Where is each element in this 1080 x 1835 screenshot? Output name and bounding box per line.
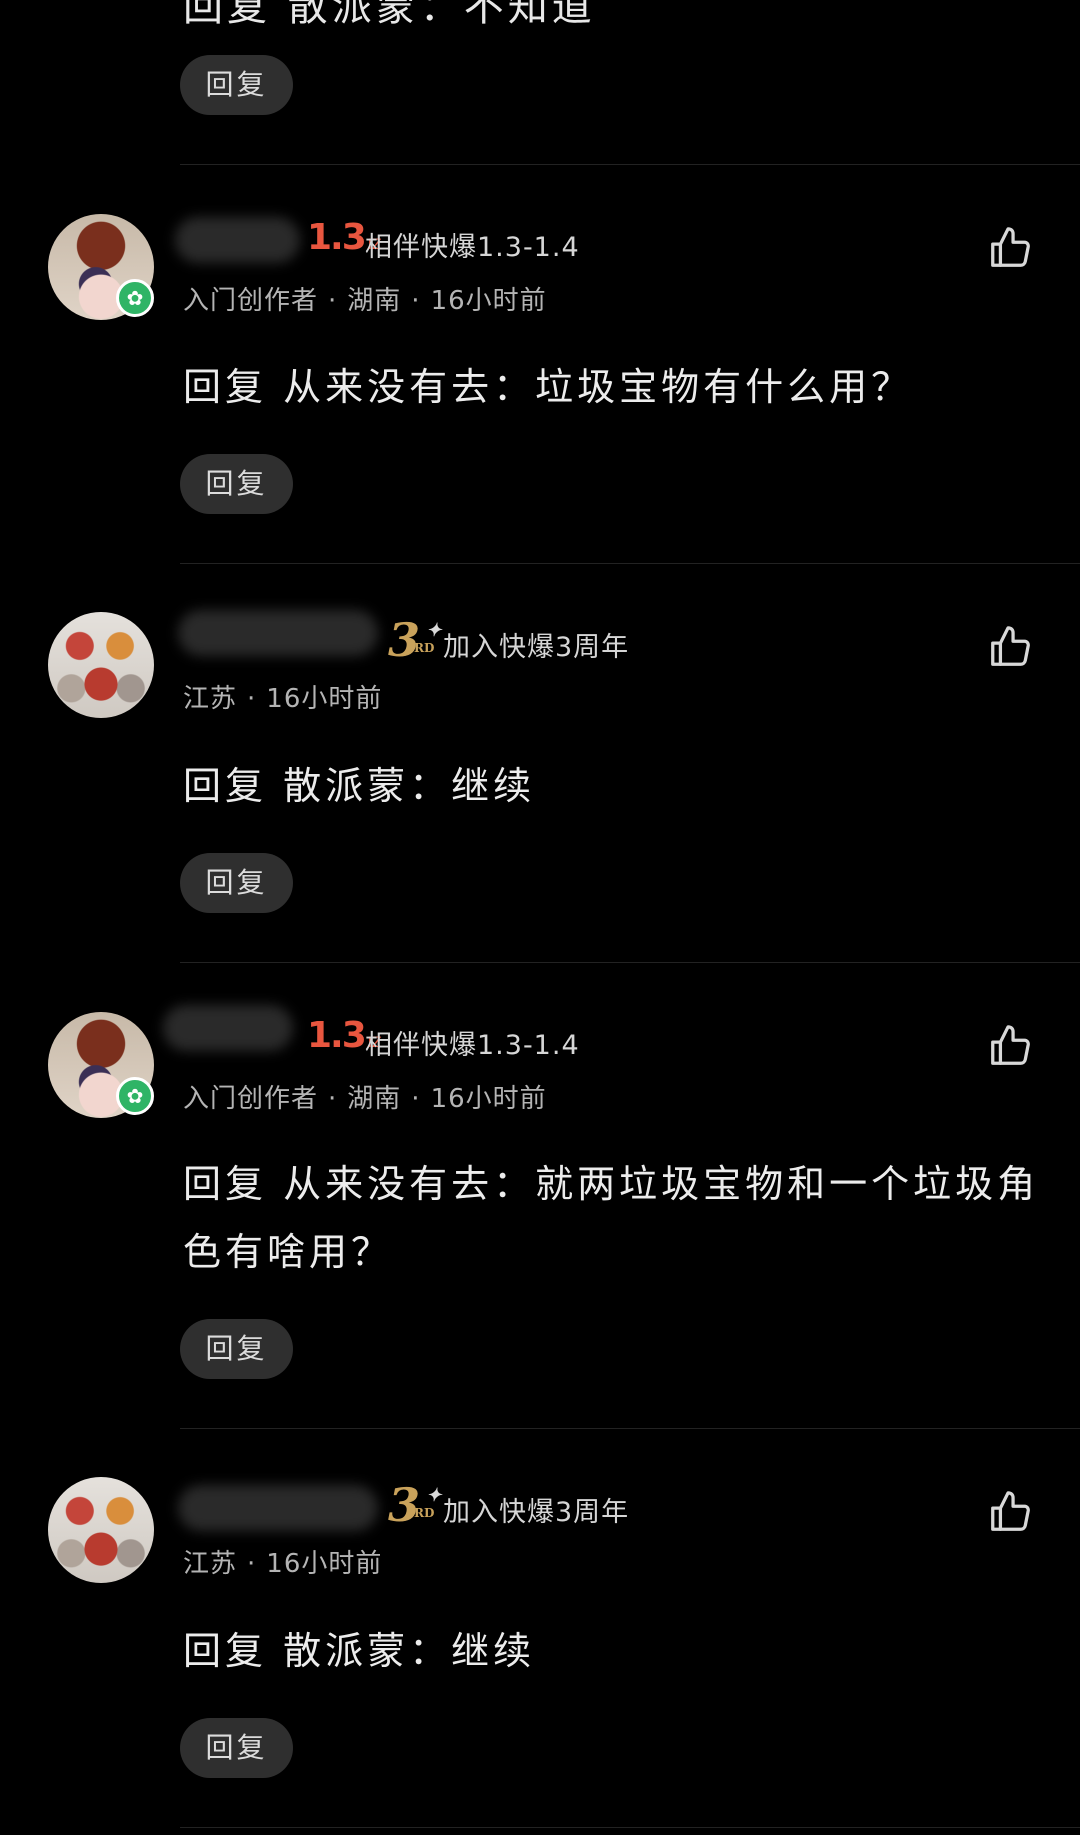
- username-redacted[interactable]: [178, 610, 378, 656]
- comment-list: 回复 散派蒙：不知道 回复 ✿ 1.3 IZ 相伴快爆1.3-1.4 入门创作者 ·…: [0, 0, 1080, 1835]
- badge-text: 加入快爆3周年: [443, 1497, 630, 1528]
- comment-meta: 江苏 · 16小时前: [183, 1549, 383, 1579]
- comment-item: 3RD✦ 加入快爆3周年 江苏 · 16小时前 回复 散派蒙：继续 回复: [0, 1429, 1080, 1827]
- reply-button[interactable]: 回复: [180, 853, 293, 913]
- comment-content: 回复 散派蒙：不知道: [183, 0, 596, 30]
- comment-content: 回复 散派蒙：继续: [183, 764, 536, 808]
- comment-meta: 江苏 · 16小时前: [183, 684, 383, 714]
- username-redacted[interactable]: [178, 1485, 378, 1531]
- avatar[interactable]: [48, 612, 154, 718]
- user-region: 江苏: [183, 684, 238, 714]
- user-title: 入门创作者: [183, 286, 319, 316]
- previous-comment-partial: 回复 散派蒙：不知道 回复: [0, 0, 1080, 164]
- badge-text: 相伴快爆1.3-1.4: [365, 232, 580, 263]
- feather-badge-icon: ✿: [116, 1077, 154, 1115]
- badge-text: 加入快爆3周年: [443, 632, 630, 663]
- thumbs-up-icon[interactable]: [987, 624, 1033, 670]
- comment-meta: 入门创作者 · 湖南 · 16小时前: [183, 286, 547, 316]
- reply-button[interactable]: 回复: [180, 454, 293, 514]
- comment-item: 3RD✦ 加入快爆3周年 江苏 · 16小时前 回复 散派蒙：继续 回复: [0, 564, 1080, 962]
- comment-time: 16小时前: [266, 684, 383, 714]
- comment-item: ✿ 1.3 IZ 相伴快爆1.3-1.4 入门创作者 · 湖南 · 16小时前 回复 从来…: [0, 165, 1080, 563]
- user-title: 入门创作者: [183, 1084, 319, 1114]
- divider: [180, 1827, 1080, 1828]
- user-region: 江苏: [183, 1549, 238, 1579]
- reply-button[interactable]: 回复: [180, 1319, 293, 1379]
- badge-text: 相伴快爆1.3-1.4: [365, 1030, 580, 1061]
- comment-time: 16小时前: [266, 1549, 383, 1579]
- comment-content: 回复 从来没有去：就两垃圾宝物和一个垃圾角色有啥用？: [183, 1162, 1040, 1274]
- username-redacted[interactable]: [163, 1005, 293, 1051]
- feather-badge-icon: ✿: [116, 279, 154, 317]
- user-region: 湖南: [347, 1084, 402, 1114]
- username-redacted[interactable]: [175, 217, 300, 263]
- user-region: 湖南: [347, 286, 402, 316]
- comment-time: 16小时前: [430, 286, 547, 316]
- avatar[interactable]: [48, 1477, 154, 1583]
- comment-content: 回复 散派蒙：继续: [183, 1629, 536, 1673]
- thumbs-up-icon[interactable]: [987, 1023, 1033, 1069]
- thumbs-up-icon[interactable]: [987, 225, 1033, 271]
- thumbs-up-icon[interactable]: [987, 1489, 1033, 1535]
- reply-button[interactable]: 回复: [180, 1718, 293, 1778]
- comment-item: ✿ 1.3 IZ 相伴快爆1.3-1.4 入门创作者 · 湖南 · 16小时前 回复 从来…: [0, 963, 1080, 1428]
- comment-time: 16小时前: [430, 1084, 547, 1114]
- reply-button[interactable]: 回复: [180, 55, 293, 115]
- comment-meta: 入门创作者 · 湖南 · 16小时前: [183, 1084, 547, 1114]
- comment-content: 回复 从来没有去：垃圾宝物有什么用？: [183, 365, 914, 409]
